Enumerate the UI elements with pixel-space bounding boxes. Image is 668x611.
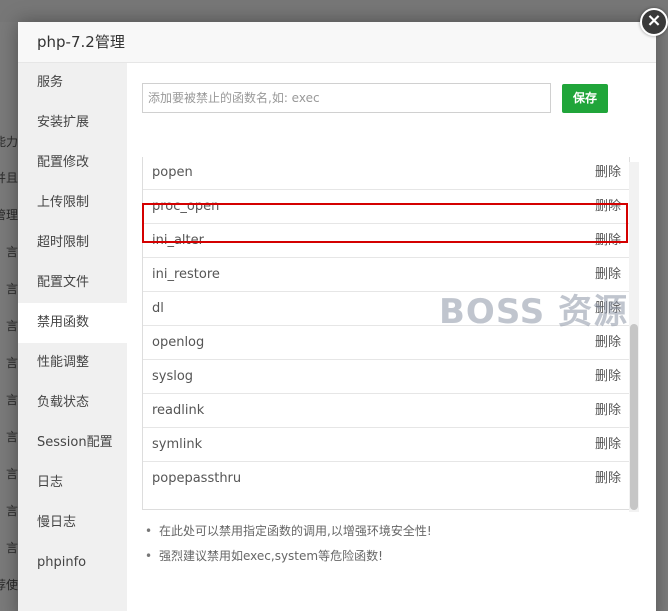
sidebar-item-install-extensions[interactable]: 安装扩展: [18, 103, 127, 143]
background-topbar: [0, 0, 668, 22]
background-text-fragment: 言: [5, 393, 18, 407]
delete-link[interactable]: 删除: [595, 394, 621, 427]
background-text-fragment: 言: [5, 541, 18, 555]
sidebar-item-load-status[interactable]: 负载状态: [18, 383, 127, 423]
background-text-fragment: 言: [5, 356, 18, 370]
tip-item: 强烈建议禁用如exec,system等危险函数!: [143, 544, 432, 569]
sidebar-item-phpinfo[interactable]: phpinfo: [18, 543, 127, 583]
background-text-fragment: 并且: [0, 171, 18, 185]
delete-link[interactable]: 删除: [595, 157, 621, 189]
list-item: popepassthru 删除: [143, 461, 629, 495]
function-name-input[interactable]: 添加要被禁止的函数名,如: exec: [142, 83, 551, 113]
background-text-fragment: 言: [5, 319, 18, 333]
scrollbar-track[interactable]: [629, 162, 639, 512]
list-item: syslog 删除: [143, 359, 629, 393]
function-name: openlog: [152, 335, 205, 350]
background-text-fragment: 管理: [0, 208, 18, 222]
dialog-title: php-7.2管理: [18, 22, 656, 63]
delete-link[interactable]: 删除: [595, 428, 621, 461]
close-icon[interactable]: ×: [640, 8, 668, 36]
sidebar: 服务 安装扩展 配置修改 上传限制 超时限制 配置文件 禁用函数 性能调整 负载…: [18, 63, 127, 611]
background-text-fragment: 言: [5, 504, 18, 518]
function-name: ini_restore: [152, 267, 220, 282]
function-name: symlink: [152, 437, 203, 452]
sidebar-item-disabled-functions[interactable]: 禁用函数: [18, 303, 127, 343]
list-item: symlink 删除: [143, 427, 629, 461]
sidebar-item-log[interactable]: 日志: [18, 463, 127, 503]
sidebar-item-performance[interactable]: 性能调整: [18, 343, 127, 383]
function-name: readlink: [152, 403, 205, 418]
delete-link[interactable]: 删除: [595, 360, 621, 393]
background-text-fragment: 荐使: [0, 578, 18, 592]
background-text-fragment: 能力: [0, 135, 18, 149]
function-name: syslog: [152, 369, 194, 384]
sidebar-item-upload-limit[interactable]: 上传限制: [18, 183, 127, 223]
background-text-fragment: 言: [5, 282, 18, 296]
watermark: BOSS 资源: [439, 292, 629, 332]
disabled-functions-panel: 添加要被禁止的函数名,如: exec 保存 popen 删除 proc_open…: [127, 63, 656, 611]
sidebar-item-timeout-limit[interactable]: 超时限制: [18, 223, 127, 263]
highlight-box: [142, 203, 628, 243]
sidebar-item-config-edit[interactable]: 配置修改: [18, 143, 127, 183]
function-name: popen: [152, 165, 193, 180]
sidebar-item-service[interactable]: 服务: [18, 63, 127, 103]
list-item: readlink 删除: [143, 393, 629, 427]
tip-item: 在此处可以禁用指定函数的调用,以增强环境安全性!: [143, 519, 432, 544]
function-name: popepassthru: [152, 471, 242, 486]
list-item: popen 删除: [143, 157, 629, 189]
help-tips: 在此处可以禁用指定函数的调用,以增强环境安全性! 强烈建议禁用如exec,sys…: [143, 519, 432, 569]
background-text-fragment: 言: [5, 467, 18, 481]
sidebar-item-slow-log[interactable]: 慢日志: [18, 503, 127, 543]
sidebar-item-config-file[interactable]: 配置文件: [18, 263, 127, 303]
background-text-fragment: 言: [5, 430, 18, 444]
php-manager-dialog: php-7.2管理 服务 安装扩展 配置修改 上传限制 超时限制 配置文件 禁用…: [18, 22, 656, 611]
save-button[interactable]: 保存: [562, 84, 608, 113]
sidebar-item-session-config[interactable]: Session配置: [18, 423, 127, 463]
background-text-fragment: 言: [5, 245, 18, 259]
scrollbar-thumb[interactable]: [630, 324, 638, 510]
function-name: dl: [152, 301, 164, 316]
delete-link[interactable]: 删除: [595, 462, 621, 495]
